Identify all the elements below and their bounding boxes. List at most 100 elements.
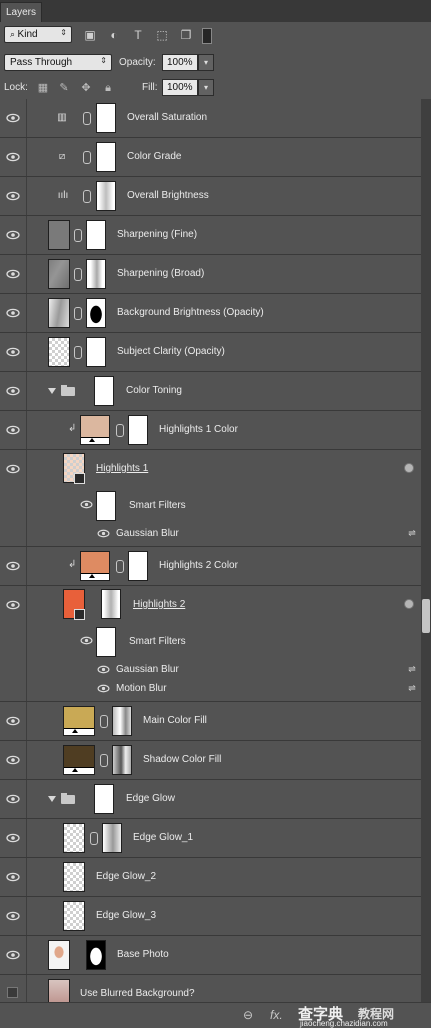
filter-options-icon[interactable]: ⇌ [406, 665, 418, 674]
smart-filter-mask-thumbnail[interactable] [96, 627, 116, 657]
filter-name[interactable]: Motion Blur [116, 683, 167, 694]
eye-icon[interactable] [6, 464, 20, 474]
blend-mode-dropdown[interactable]: Pass Through ⇕ [4, 54, 112, 71]
layer-row[interactable]: ▥ Overall Saturation [0, 99, 421, 138]
layer-row[interactable]: ıılı Overall Brightness [0, 177, 421, 216]
eye-icon[interactable] [6, 152, 20, 162]
layer-row[interactable]: Sharpening (Fine) [0, 216, 421, 255]
eye-icon[interactable] [6, 561, 20, 571]
opacity-slider-button[interactable]: ▾ [198, 54, 214, 71]
layer-name[interactable]: Background Brightness (Opacity) [117, 307, 264, 318]
eye-icon[interactable] [6, 872, 20, 882]
eye-icon[interactable] [6, 425, 20, 435]
layer-name[interactable]: Edge Glow_1 [133, 832, 193, 843]
fill-input[interactable]: 100% [162, 79, 198, 96]
layer-mask-thumbnail[interactable] [96, 103, 116, 133]
layer-row[interactable]: Edge Glow_2 [0, 858, 421, 897]
link-icon[interactable] [74, 307, 82, 320]
expand-triangle-icon[interactable] [48, 388, 56, 394]
layer-thumbnail[interactable] [63, 823, 85, 853]
layer-mask-thumbnail[interactable] [112, 706, 132, 736]
layer-name[interactable]: Overall Saturation [127, 112, 207, 123]
layer-name[interactable]: Main Color Fill [143, 715, 207, 726]
eye-icon[interactable] [6, 191, 20, 201]
layer-thumbnail[interactable] [63, 862, 85, 892]
fx-icon[interactable]: fx. [270, 1008, 283, 1022]
layer-thumbnail[interactable] [48, 298, 70, 328]
layer-mask-thumbnail[interactable] [86, 940, 106, 970]
layer-thumbnail[interactable] [48, 940, 70, 970]
eye-icon[interactable] [6, 755, 20, 765]
layer-name[interactable]: Highlights 2 [133, 599, 185, 610]
eye-icon[interactable] [6, 600, 20, 610]
layer-row[interactable]: Base Photo [0, 936, 421, 975]
filter-toggle-switch[interactable] [202, 28, 212, 44]
fill-slider-button[interactable]: ▾ [198, 79, 214, 96]
layer-name[interactable]: Use Blurred Background? [80, 988, 195, 999]
link-icon[interactable] [83, 151, 91, 164]
filter-pixel-icon[interactable]: ▣ [82, 27, 98, 43]
eye-icon[interactable] [6, 950, 20, 960]
eye-icon[interactable] [6, 308, 20, 318]
filter-adjustment-icon[interactable]: ◐ [106, 27, 122, 43]
layer-thumbnail[interactable] [48, 337, 70, 367]
eye-icon[interactable] [97, 665, 110, 674]
link-icon[interactable] [100, 754, 108, 767]
fill-color-swatch[interactable] [63, 745, 95, 775]
layer-row[interactable]: Sharpening (Broad) [0, 255, 421, 294]
layer-row[interactable]: Background Brightness (Opacity) [0, 294, 421, 333]
expand-triangle-icon[interactable] [48, 796, 56, 802]
link-icon[interactable] [74, 346, 82, 359]
layer-row[interactable]: ↲ Highlights 2 Color [0, 547, 421, 586]
eye-icon[interactable] [6, 230, 20, 240]
link-icon[interactable] [74, 268, 82, 281]
link-icon[interactable] [116, 560, 124, 573]
layer-name[interactable]: Sharpening (Broad) [117, 268, 204, 279]
layer-row[interactable]: ↲ Highlights 1 Color [0, 411, 421, 450]
smart-object-row[interactable]: Highlights 1 Smart Filters Gaussian Blur… [0, 450, 421, 547]
smart-filter-mask-thumbnail[interactable] [96, 491, 116, 521]
eye-icon[interactable] [6, 911, 20, 921]
layer-mask-thumbnail[interactable] [102, 823, 122, 853]
layer-mask-thumbnail[interactable] [86, 337, 106, 367]
group-row[interactable]: Edge Glow [0, 780, 421, 819]
layer-thumbnail[interactable] [48, 259, 70, 289]
fill-color-swatch[interactable] [80, 551, 110, 581]
lock-position-icon[interactable]: ✥ [80, 82, 92, 94]
eye-icon[interactable] [6, 833, 20, 843]
layer-name[interactable]: Subject Clarity (Opacity) [117, 346, 225, 357]
layer-row[interactable]: Shadow Color Fill [0, 741, 421, 780]
tab-layers[interactable]: Layers [0, 2, 42, 22]
layer-mask-thumbnail[interactable] [128, 415, 148, 445]
layer-row[interactable]: Edge Glow_1 [0, 819, 421, 858]
eye-icon[interactable] [80, 500, 93, 509]
layer-mask-thumbnail[interactable] [86, 259, 106, 289]
eye-icon[interactable] [6, 269, 20, 279]
layer-row[interactable]: Use Blurred Background? [0, 975, 421, 1002]
lock-transparent-icon[interactable]: ▦ [37, 82, 49, 94]
layer-name[interactable]: Highlights 2 Color [159, 560, 238, 571]
layer-thumbnail[interactable] [48, 979, 70, 1002]
eye-icon[interactable] [97, 684, 110, 693]
smart-filter-badge-icon[interactable] [404, 599, 414, 609]
visibility-off-box[interactable] [7, 987, 18, 998]
layer-mask-thumbnail[interactable] [96, 142, 116, 172]
opacity-input[interactable]: 100% [162, 54, 198, 71]
eye-icon[interactable] [6, 716, 20, 726]
filter-smartobject-icon[interactable]: ❐ [178, 27, 194, 43]
eye-icon[interactable] [6, 113, 20, 123]
layer-name[interactable]: Base Photo [117, 949, 169, 960]
link-icon[interactable] [90, 832, 98, 845]
layer-name[interactable]: Overall Brightness [127, 190, 209, 201]
layer-mask-thumbnail[interactable] [128, 551, 148, 581]
filter-name[interactable]: Gaussian Blur [116, 528, 179, 539]
layer-name[interactable]: Shadow Color Fill [143, 754, 221, 765]
layers-scrollbar[interactable] [421, 99, 431, 1002]
layer-name[interactable]: Highlights 1 Color [159, 424, 238, 435]
layer-name[interactable]: Edge Glow_3 [96, 910, 156, 921]
link-icon[interactable] [116, 424, 124, 437]
eye-icon[interactable] [6, 386, 20, 396]
layer-name[interactable]: Edge Glow [126, 793, 175, 804]
group-mask-thumbnail[interactable] [94, 784, 114, 814]
filter-name[interactable]: Gaussian Blur [116, 664, 179, 675]
